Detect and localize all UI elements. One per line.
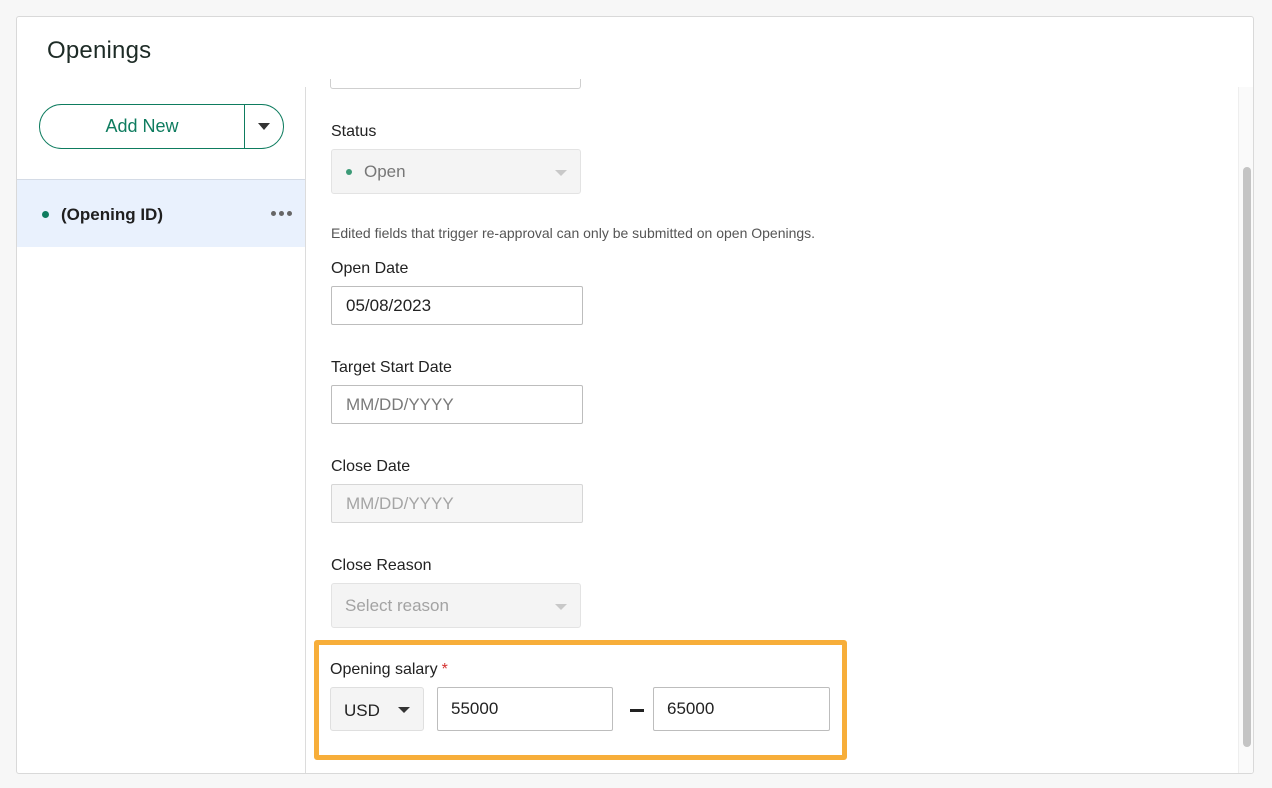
status-dot-icon <box>42 211 49 218</box>
open-date-input[interactable] <box>331 286 583 325</box>
salary-min-input[interactable] <box>437 687 613 731</box>
range-separator <box>630 709 644 712</box>
status-help-text: Edited fields that trigger re-approval c… <box>331 225 816 241</box>
close-reason-placeholder: Select reason <box>345 596 449 615</box>
opening-salary-label-text: Opening salary <box>330 661 438 678</box>
caret-down-icon <box>555 604 567 610</box>
required-mark: * <box>441 661 448 678</box>
add-new-button[interactable]: Add New <box>40 105 245 148</box>
open-date-label: Open Date <box>331 260 409 277</box>
status-select[interactable]: Open <box>331 149 581 194</box>
caret-down-icon <box>555 170 567 176</box>
page-title: Openings <box>47 37 152 64</box>
add-new-dropdown-toggle[interactable] <box>245 105 283 148</box>
close-reason-label: Close Reason <box>331 557 432 574</box>
close-date-label: Close Date <box>331 458 411 475</box>
opening-list-item[interactable]: (Opening ID) <box>17 179 305 247</box>
caret-down-icon <box>258 123 270 130</box>
more-horizontal-icon[interactable] <box>271 211 292 216</box>
form-scrollbar[interactable] <box>1238 87 1253 773</box>
opening-id-label: (Opening ID) <box>61 205 163 224</box>
opening-salary-label: Opening salary * <box>330 661 448 679</box>
close-date-input <box>331 484 583 523</box>
opening-salary-highlight: Opening salary * USD <box>314 640 847 760</box>
previous-field-edge <box>330 79 581 89</box>
target-start-date-label: Target Start Date <box>331 359 452 376</box>
target-start-date-input[interactable] <box>331 385 583 424</box>
status-dot-icon <box>346 169 352 175</box>
status-label: Status <box>331 123 377 140</box>
caret-down-icon <box>398 707 410 713</box>
close-reason-select: Select reason <box>331 583 581 628</box>
currency-select[interactable]: USD <box>330 687 424 731</box>
status-value: Open <box>364 162 406 181</box>
currency-value: USD <box>344 701 380 720</box>
openings-list-column: Add New (Opening ID) <box>17 87 306 773</box>
scroll-thumb[interactable] <box>1243 167 1251 747</box>
add-new-split-button: Add New <box>39 104 284 149</box>
salary-max-input[interactable] <box>653 687 830 731</box>
